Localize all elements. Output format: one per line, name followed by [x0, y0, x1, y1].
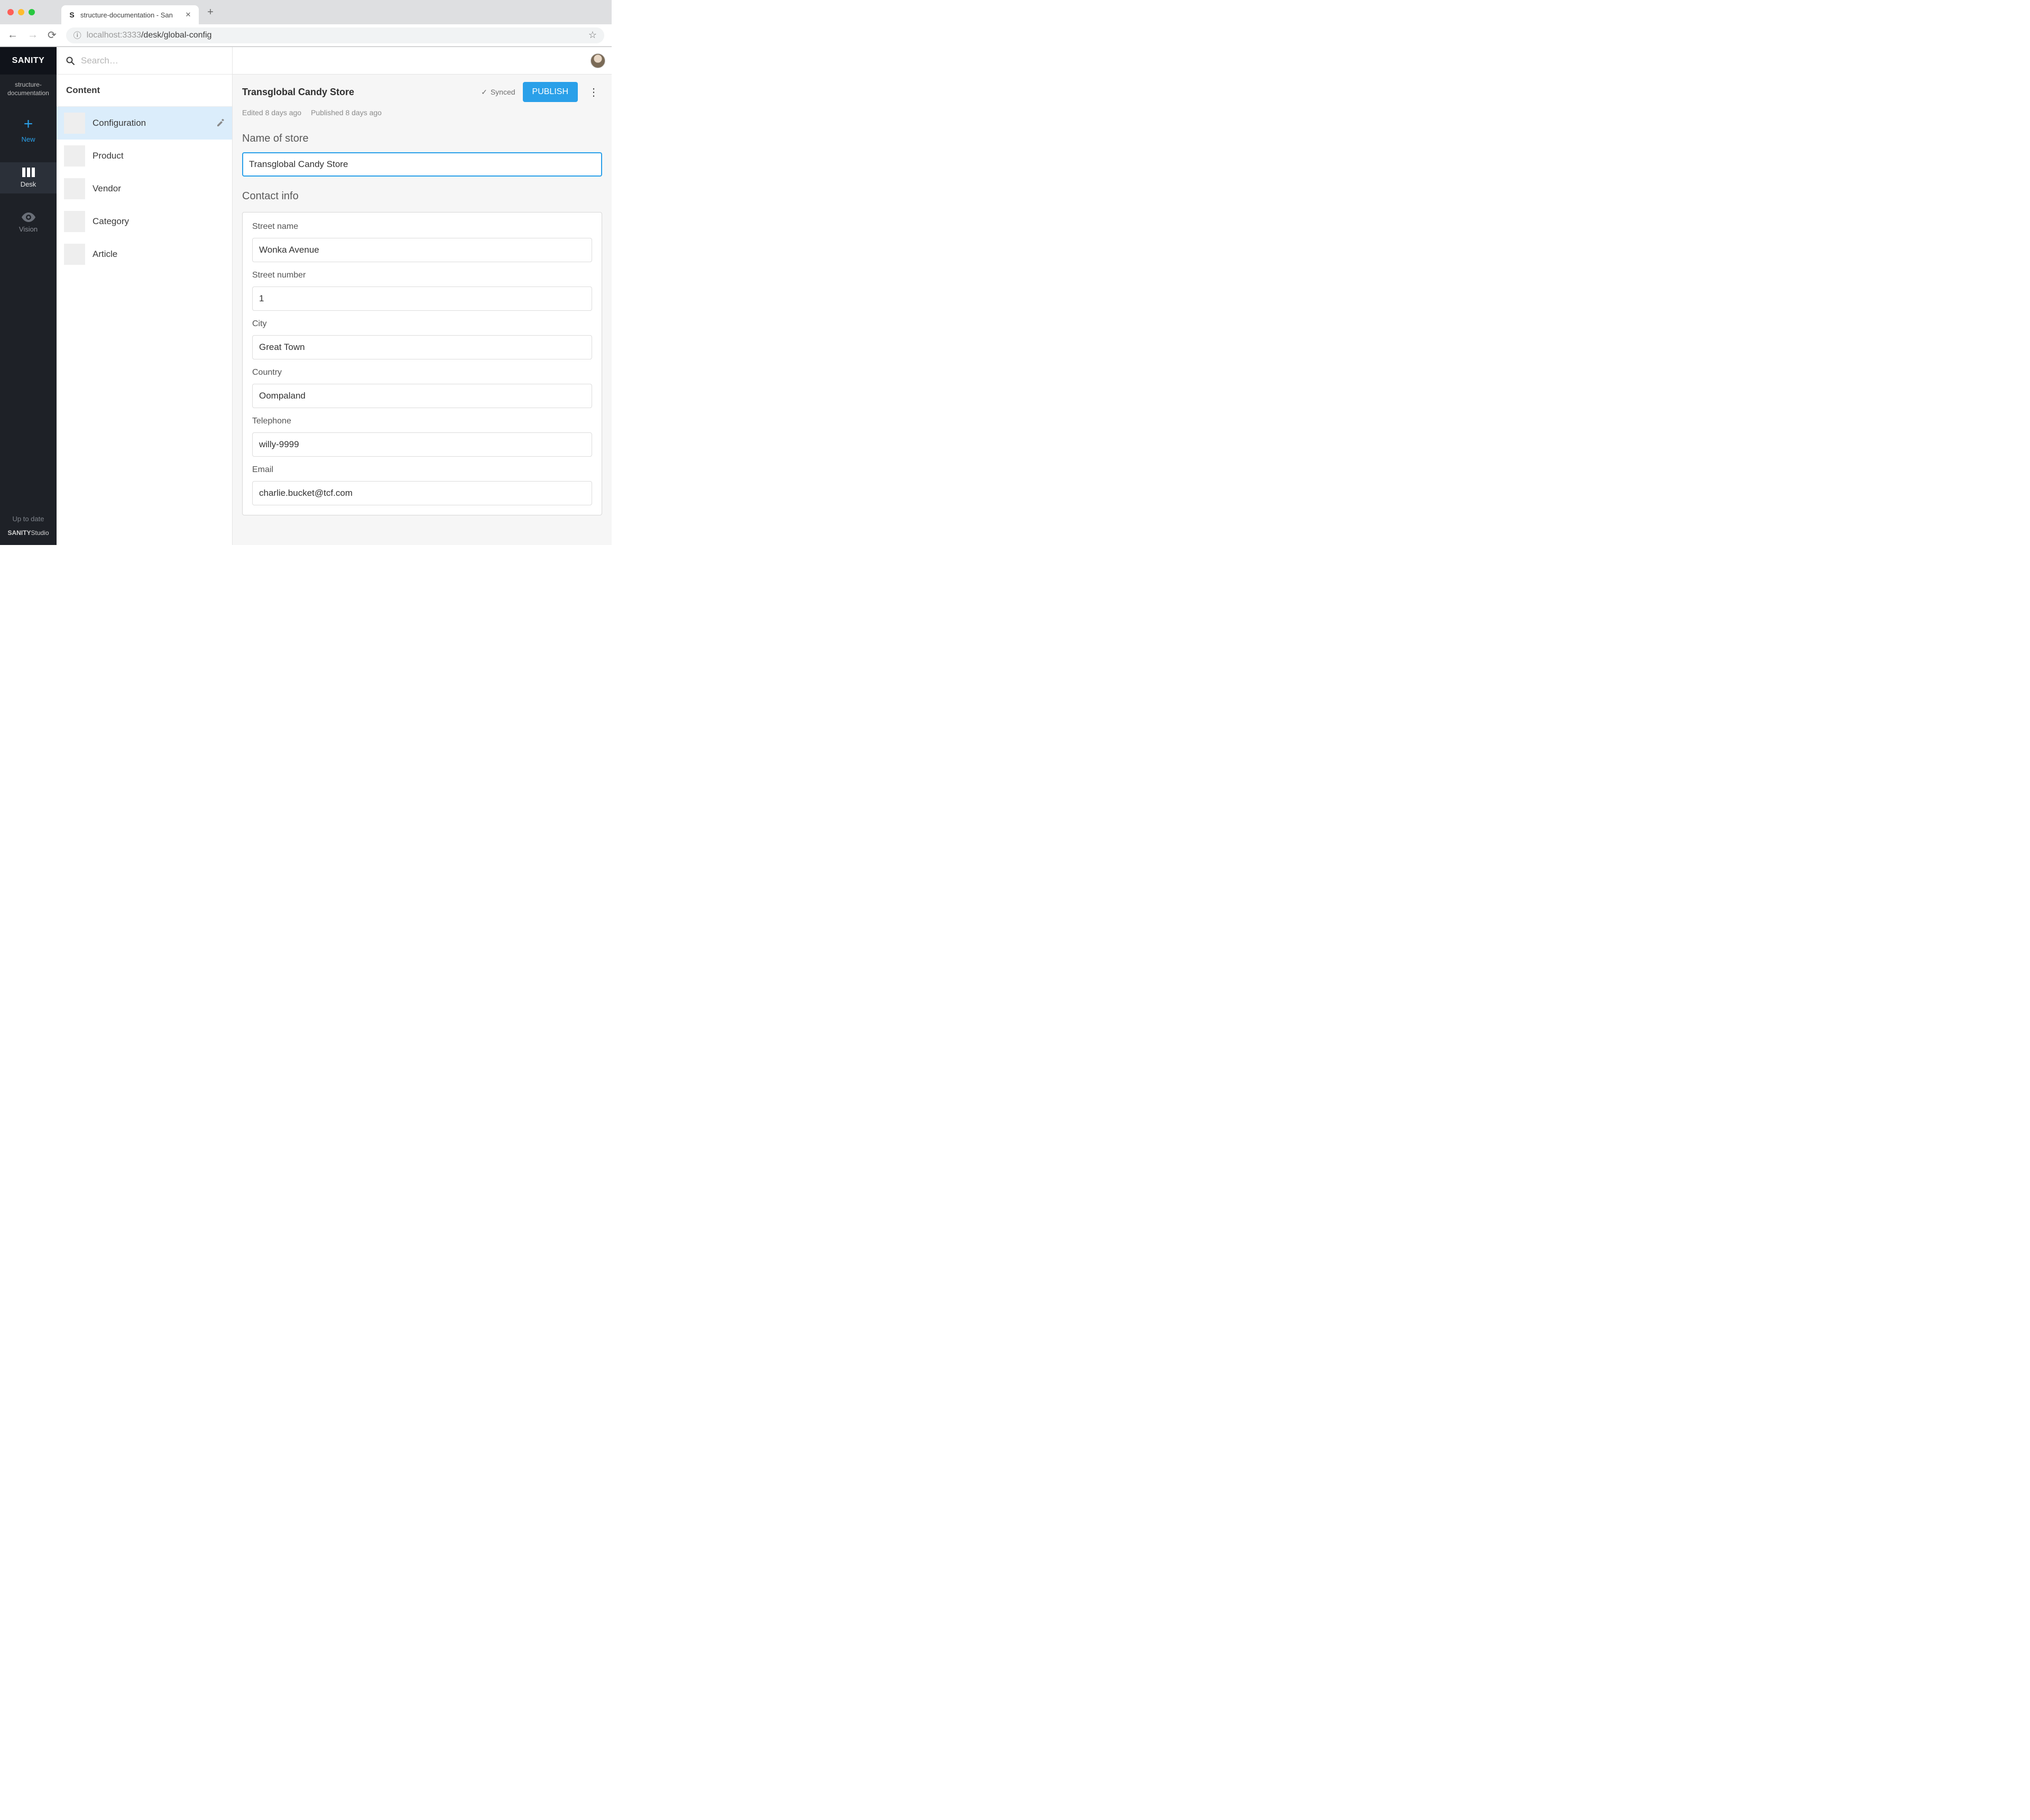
- content-pane: Content Configuration Product Vendor Cat…: [57, 47, 233, 545]
- label-country: Country: [252, 368, 592, 377]
- rail-item-label: Vision: [19, 225, 38, 233]
- content-heading: Content: [57, 75, 232, 107]
- country-input[interactable]: [252, 384, 592, 408]
- window-controls[interactable]: [7, 9, 35, 15]
- thumb-icon: [64, 244, 85, 265]
- check-icon: ✓: [481, 88, 487, 97]
- label-street-number: Street number: [252, 271, 592, 280]
- minimize-window-icon[interactable]: [18, 9, 24, 15]
- editor-pane: Transglobal Candy Store ✓ Synced PUBLISH…: [233, 47, 612, 545]
- rail-footer: Up to date SANITYStudio: [0, 515, 57, 545]
- back-button[interactable]: ←: [7, 29, 18, 41]
- form: Name of store Contact info Street name S…: [233, 122, 612, 526]
- maximize-window-icon[interactable]: [29, 9, 35, 15]
- left-rail: SANITY structure-documentation + New Des…: [0, 47, 57, 545]
- favicon-icon: S: [68, 11, 76, 19]
- section-name-of-store: Name of store: [242, 133, 602, 145]
- label-telephone: Telephone: [252, 417, 592, 426]
- search-input[interactable]: [81, 56, 223, 66]
- plus-icon: +: [24, 116, 33, 132]
- close-window-icon[interactable]: [7, 9, 14, 15]
- status-up-to-date: Up to date: [13, 515, 44, 523]
- browser-tab[interactable]: S structure-documentation - San ✕: [61, 5, 199, 24]
- new-tab-button[interactable]: +: [203, 6, 218, 19]
- thumb-icon: [64, 113, 85, 134]
- list-item-label: Configuration: [93, 118, 146, 128]
- sync-status: ✓ Synced: [481, 88, 515, 97]
- browser-chrome: S structure-documentation - San ✕ + ← → …: [0, 0, 612, 47]
- contact-info-card: Street name Street number City Country T…: [242, 212, 602, 515]
- sync-label: Synced: [491, 88, 515, 96]
- edited-meta: Edited 8 days ago: [242, 108, 301, 117]
- list-item-label: Vendor: [93, 183, 121, 194]
- rail-item-vision[interactable]: Vision: [0, 207, 57, 238]
- publish-button[interactable]: PUBLISH: [523, 82, 578, 102]
- avatar[interactable]: [590, 53, 605, 68]
- address-bar[interactable]: ⓘ localhost:3333/desk/global-config ☆: [66, 27, 604, 43]
- store-name-input[interactable]: [242, 152, 602, 177]
- list-item-vendor[interactable]: Vendor: [57, 172, 232, 205]
- kebab-menu-icon[interactable]: ⋮: [585, 86, 602, 99]
- label-city: City: [252, 319, 592, 329]
- list-item-article[interactable]: Article: [57, 238, 232, 271]
- street-number-input[interactable]: [252, 287, 592, 311]
- columns-icon: [22, 168, 35, 177]
- thumb-icon: [64, 178, 85, 199]
- city-input[interactable]: [252, 335, 592, 359]
- list-item-category[interactable]: Category: [57, 205, 232, 238]
- list-item-label: Article: [93, 249, 117, 260]
- thumb-icon: [64, 145, 85, 167]
- tab-title: structure-documentation - San: [80, 11, 173, 19]
- search-bar: [57, 47, 232, 75]
- section-contact-info: Contact info: [242, 190, 602, 202]
- topbar-right: [233, 47, 612, 75]
- search-icon[interactable]: [66, 57, 75, 65]
- label-street-name: Street name: [252, 222, 592, 232]
- reload-button[interactable]: ⟳: [48, 29, 57, 42]
- list-item-configuration[interactable]: Configuration: [57, 107, 232, 140]
- eye-icon: [22, 213, 35, 222]
- toolbar: ← → ⟳ ⓘ localhost:3333/desk/global-confi…: [0, 24, 612, 47]
- site-info-icon[interactable]: ⓘ: [73, 30, 81, 41]
- list-item-label: Category: [93, 216, 129, 227]
- bookmark-star-icon[interactable]: ☆: [588, 30, 597, 41]
- brand-logo[interactable]: SANITY: [0, 47, 57, 75]
- list-item-label: Product: [93, 151, 124, 161]
- email-input[interactable]: [252, 481, 592, 505]
- thumb-icon: [64, 211, 85, 232]
- rail-item-label: New: [21, 135, 35, 143]
- url-path: /desk/global-config: [141, 31, 211, 40]
- url-host: localhost: [87, 31, 120, 40]
- tab-strip: S structure-documentation - San ✕ +: [0, 0, 612, 24]
- published-meta: Published 8 days ago: [311, 108, 382, 117]
- label-email: Email: [252, 465, 592, 475]
- doc-header: Transglobal Candy Store ✓ Synced PUBLISH…: [233, 75, 612, 122]
- list-item-product[interactable]: Product: [57, 140, 232, 172]
- telephone-input[interactable]: [252, 432, 592, 457]
- rail-item-new[interactable]: + New: [0, 111, 57, 149]
- url-port: :3333: [120, 31, 141, 40]
- street-name-input[interactable]: [252, 238, 592, 262]
- rail-item-label: Desk: [21, 180, 36, 188]
- edit-icon[interactable]: [216, 119, 225, 127]
- project-name: structure-documentation: [4, 81, 52, 97]
- studio-brand: SANITYStudio: [7, 529, 49, 537]
- close-tab-icon[interactable]: ✕: [184, 11, 192, 19]
- doc-title: Transglobal Candy Store: [242, 87, 474, 98]
- rail-item-desk[interactable]: Desk: [0, 162, 57, 193]
- forward-button[interactable]: →: [27, 29, 38, 41]
- app: SANITY structure-documentation + New Des…: [0, 47, 612, 545]
